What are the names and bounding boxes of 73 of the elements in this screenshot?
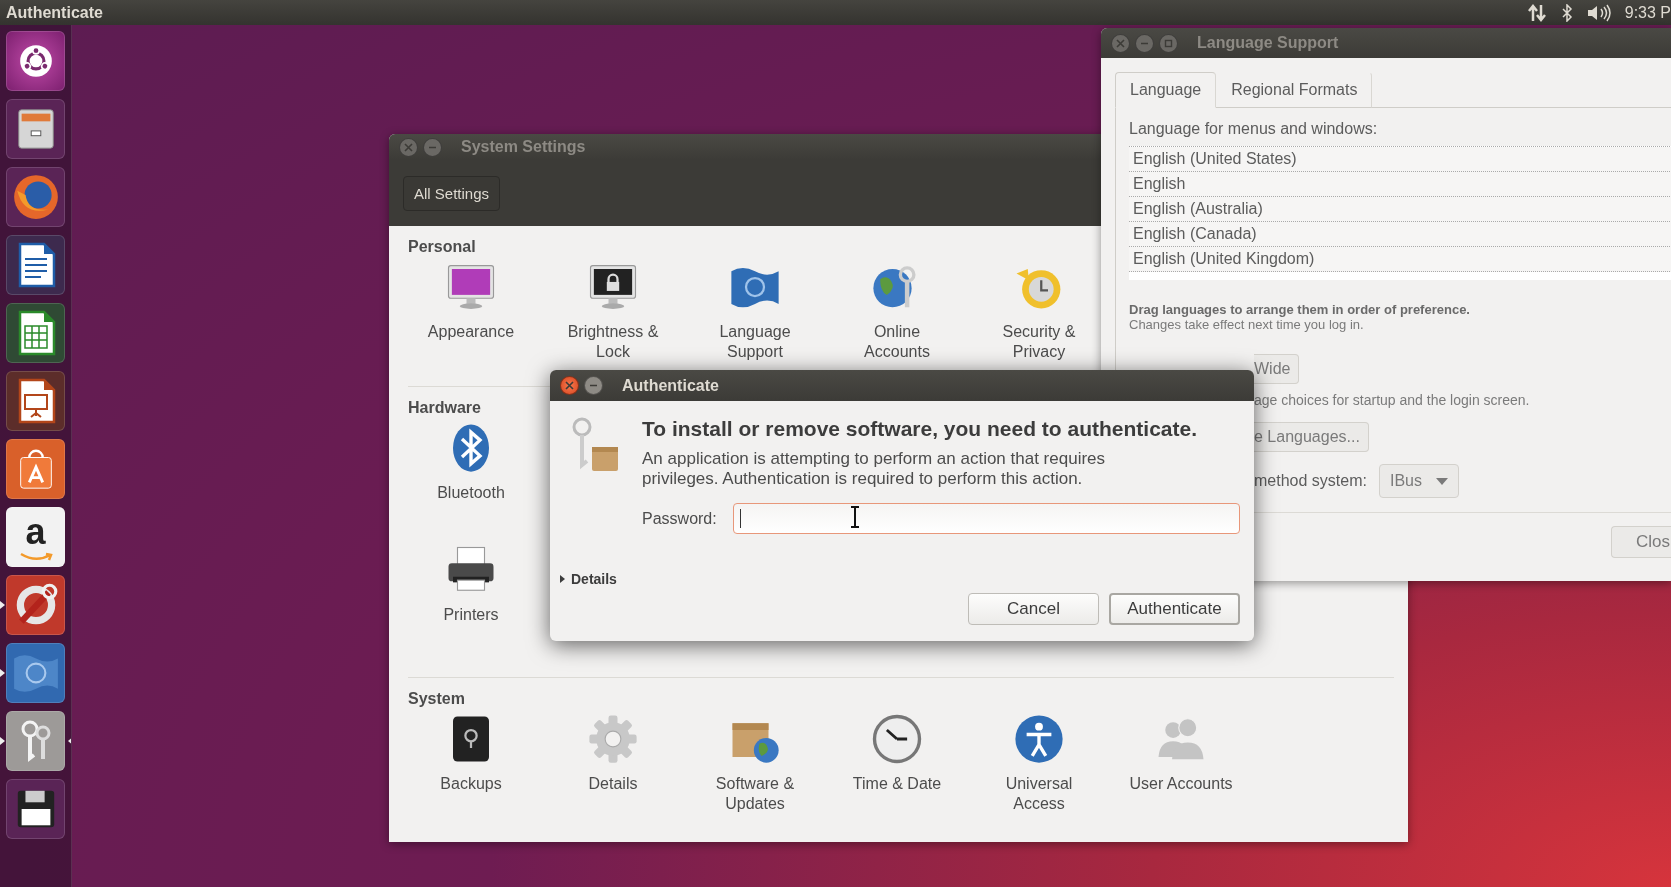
- minimize-icon: [428, 145, 437, 149]
- launcher-button[interactable]: [6, 303, 65, 363]
- language-row[interactable]: English (Canada): [1129, 222, 1671, 247]
- settings-item-label[interactable]: Online Accounts: [841, 322, 953, 362]
- settings-item-label[interactable]: Language Support: [699, 322, 811, 362]
- list-label: Language for menus and windows:: [1129, 120, 1379, 138]
- dialog-message: An application is attempting to perform an action that requires privileges. Authentication is required to perform this action.: [642, 449, 1107, 489]
- launcher-button[interactable]: [6, 371, 65, 431]
- launcher-button[interactable]: a: [6, 507, 65, 567]
- language-row[interactable]: English (Australia): [1129, 197, 1671, 222]
- close-icon: [1116, 38, 1125, 48]
- text-caret: [739, 509, 741, 528]
- close-icon: [565, 381, 574, 390]
- settings-item-label[interactable]: Printers: [443, 605, 499, 625]
- note-text: age choices for startup and the login screen.: [1254, 392, 1530, 408]
- tab[interactable]: Language: [1115, 72, 1217, 108]
- dialog-button[interactable]: Cancel: [968, 593, 1099, 625]
- input-method-label: method system:: [1254, 472, 1367, 490]
- volume-icon[interactable]: [1586, 3, 1611, 22]
- caret-right-icon: [560, 575, 566, 583]
- settings-item-label[interactable]: Brightness & Lock: [557, 322, 669, 362]
- minimize-button[interactable]: [584, 376, 603, 395]
- launcher-button[interactable]: [6, 99, 65, 159]
- hint-text: Drag languages to arrange them in order of preference.: [1129, 302, 1471, 317]
- tab[interactable]: Regional Formats: [1216, 72, 1373, 108]
- settings-item-label[interactable]: Appearance: [427, 322, 515, 342]
- settings-item-label[interactable]: Universal Access: [983, 774, 1095, 814]
- hint-text: Changes take effect next time you log in.: [1129, 317, 1365, 332]
- close-button[interactable]: Clos: [1611, 526, 1671, 558]
- bluetooth-icon[interactable]: [1560, 3, 1573, 22]
- all-settings-button[interactable]: All Settings: [403, 175, 501, 211]
- language-row[interactable]: English (United Kingdom): [1129, 247, 1671, 272]
- clock-icon: [870, 712, 924, 766]
- app-title: Authenticate: [6, 3, 103, 22]
- launcher-button[interactable]: [6, 779, 65, 839]
- window-title: Language Support: [1197, 34, 1339, 52]
- password-field[interactable]: [732, 503, 1240, 534]
- settings-item-label[interactable]: Bluetooth: [437, 483, 505, 503]
- apply-button[interactable]: Wide: [1254, 354, 1300, 384]
- window-title: System Settings: [461, 138, 586, 156]
- details-expander[interactable]: Details: [560, 571, 617, 587]
- maximize-icon: [1164, 38, 1173, 48]
- settings-item-label[interactable]: Security & Privacy: [983, 322, 1095, 362]
- dialog-button[interactable]: Authenticate: [1109, 593, 1240, 625]
- logo-letter: a: [25, 512, 46, 552]
- password-label: Password:: [642, 509, 717, 528]
- network-arrows-icon[interactable]: [1526, 3, 1547, 22]
- clock[interactable]: 9:33 P: [1624, 3, 1671, 22]
- section-title: System: [408, 690, 465, 708]
- text-cursor-icon: [850, 506, 859, 528]
- launcher-button[interactable]: [6, 31, 65, 91]
- settings-item-label[interactable]: Details: [588, 774, 638, 794]
- close-icon: [404, 142, 413, 152]
- accessibility-icon: [1012, 712, 1066, 766]
- language-row[interactable]: English (United States): [1129, 147, 1671, 172]
- minimize-icon: [589, 384, 598, 387]
- close-button[interactable]: [560, 376, 579, 395]
- smile-arrow-icon: [18, 552, 53, 562]
- settings-item-label[interactable]: Software & Updates: [699, 774, 811, 814]
- section-title: Personal: [408, 238, 476, 256]
- install-button[interactable]: e Languages...: [1254, 422, 1369, 452]
- section-title: Hardware: [408, 399, 481, 417]
- minimize-icon: [1140, 41, 1149, 45]
- settings-item-label[interactable]: User Accounts: [1129, 774, 1233, 794]
- caret-icon: [1435, 477, 1448, 485]
- gear-icon: [586, 712, 640, 766]
- launcher-button[interactable]: [6, 235, 65, 295]
- input-method-dropdown[interactable]: IBus: [1378, 464, 1459, 498]
- settings-item-label[interactable]: Time & Date: [852, 774, 942, 794]
- dialog-heading: To install or remove software, you need to authenticate.: [642, 417, 1199, 441]
- language-row[interactable]: English: [1129, 172, 1671, 197]
- settings-item-label[interactable]: Backups: [440, 774, 502, 794]
- window-title: Authenticate: [622, 376, 719, 395]
